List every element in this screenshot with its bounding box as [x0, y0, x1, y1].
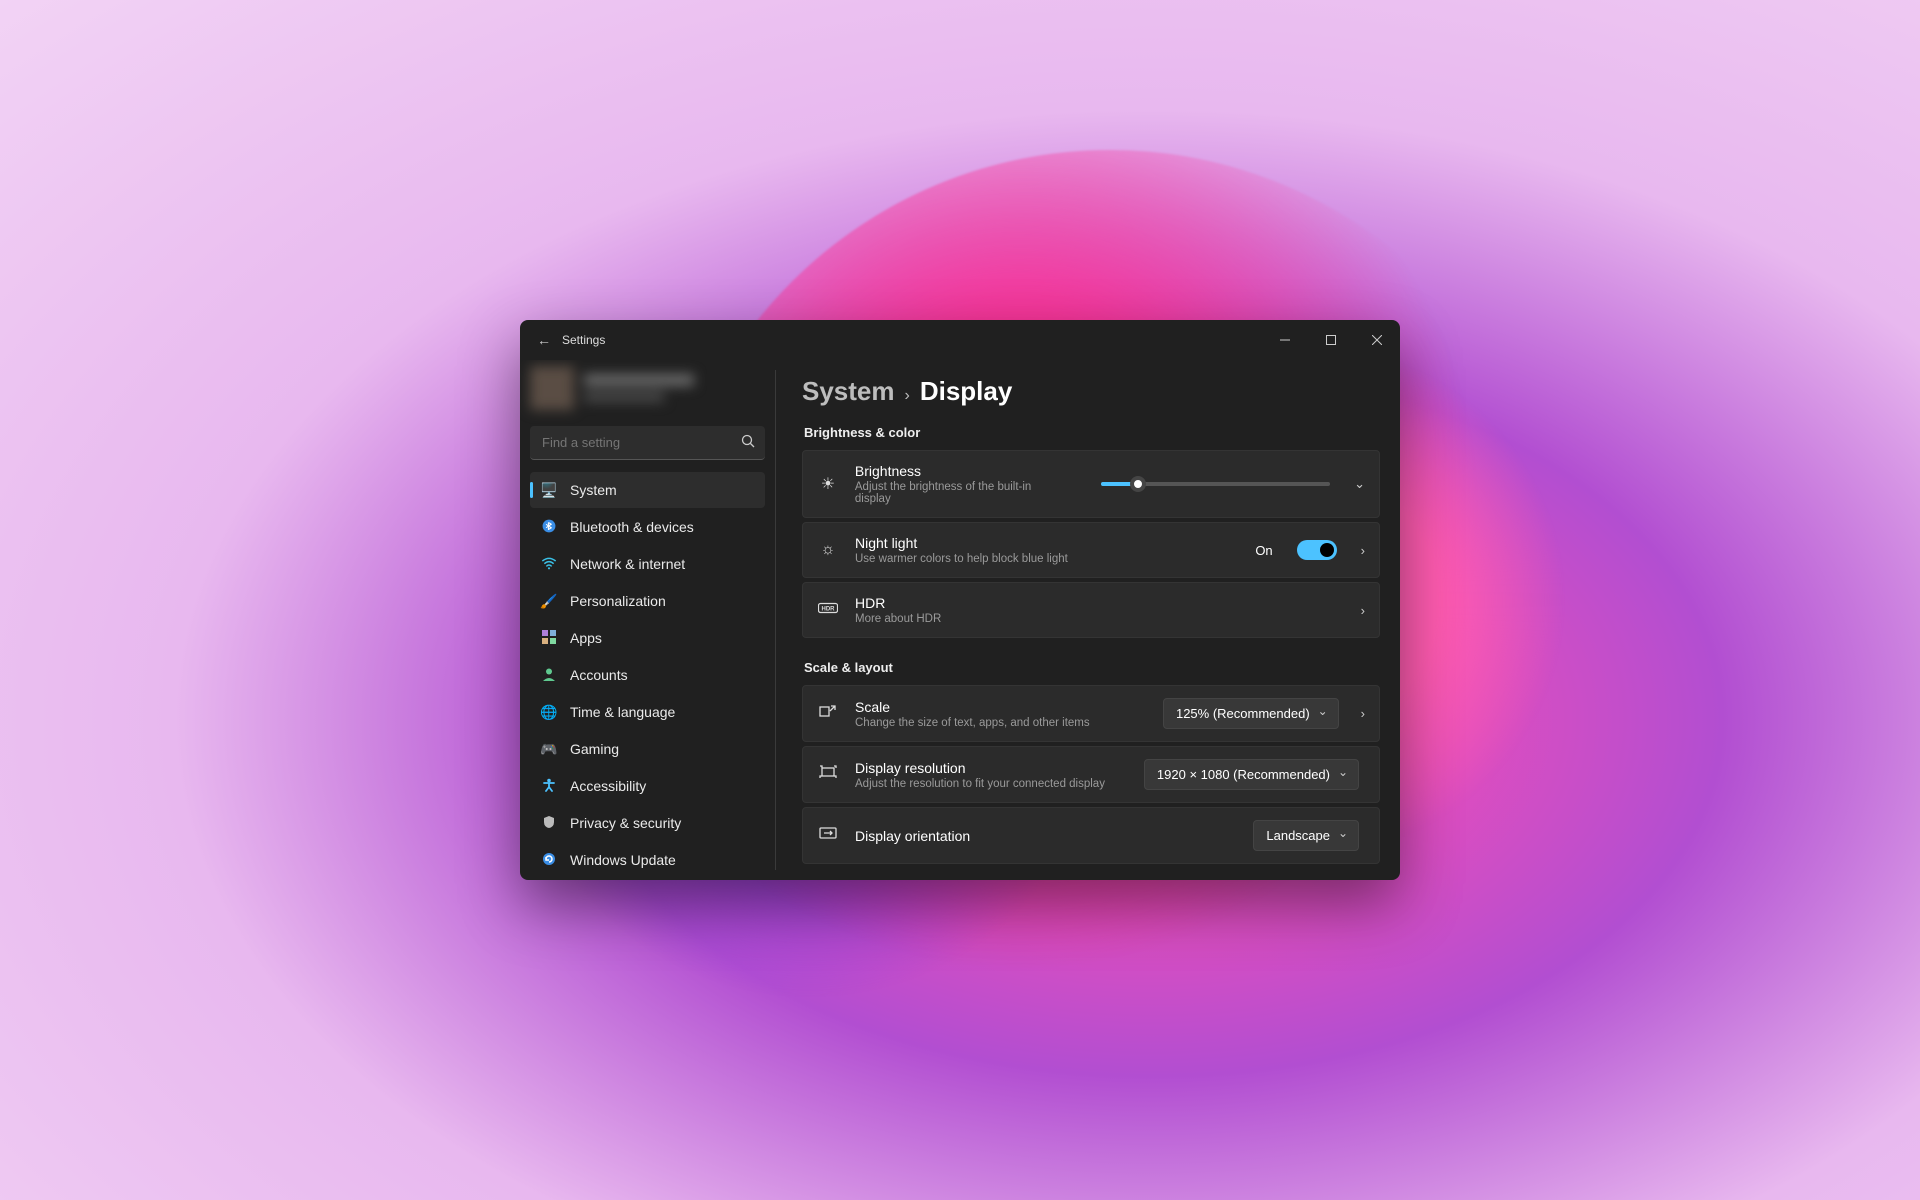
sidebar-item-accessibility[interactable]: Accessibility — [530, 768, 765, 804]
nav-list: 🖥️ System Bluetooth & devices Network & … — [530, 472, 765, 878]
resolution-select[interactable]: 1920 × 1080 (Recommended) — [1144, 759, 1359, 790]
maximize-icon — [1326, 335, 1336, 345]
gamepad-icon: 🎮 — [540, 741, 558, 758]
search-input[interactable] — [530, 426, 765, 460]
brightness-row[interactable]: ☀ Brightness Adjust the brightness of th… — [802, 450, 1380, 518]
accessibility-icon — [540, 778, 558, 795]
scale-sub: Change the size of text, apps, and other… — [855, 717, 1090, 729]
brightness-slider[interactable] — [1101, 482, 1330, 486]
search-box[interactable] — [530, 426, 765, 460]
section-scale-layout: Scale & layout — [804, 660, 1380, 675]
night-light-row[interactable]: ☼ Night light Use warmer colors to help … — [802, 522, 1380, 578]
orientation-row[interactable]: Display orientation Landscape — [802, 807, 1380, 864]
scale-select[interactable]: 125% (Recommended) — [1163, 698, 1339, 729]
sidebar-item-label: Accessibility — [570, 778, 646, 794]
resolution-title: Display resolution — [855, 760, 1105, 776]
breadcrumb-parent[interactable]: System — [802, 376, 895, 407]
night-light-toggle[interactable] — [1297, 540, 1337, 560]
sidebar-item-label: Personalization — [570, 593, 666, 609]
chevron-right-icon[interactable]: › — [1361, 603, 1365, 618]
chevron-down-icon[interactable]: ⌄ — [1354, 476, 1365, 492]
bluetooth-icon — [540, 519, 558, 536]
svg-text:HDR: HDR — [822, 606, 836, 612]
sidebar-item-label: Privacy & security — [570, 815, 681, 831]
search-icon — [741, 434, 755, 451]
sidebar-item-label: Windows Update — [570, 852, 676, 868]
sidebar-item-personalization[interactable]: 🖌️ Personalization — [530, 583, 765, 619]
brightness-icon: ☀ — [817, 474, 839, 494]
chevron-right-icon[interactable]: › — [1361, 543, 1365, 558]
hdr-row[interactable]: HDR HDR More about HDR › — [802, 582, 1380, 638]
brightness-sub: Adjust the brightness of the built-in di… — [855, 481, 1069, 505]
sidebar-item-label: Bluetooth & devices — [570, 519, 694, 535]
sidebar-item-label: Gaming — [570, 741, 619, 757]
settings-window: ← Settings — [520, 320, 1400, 880]
sidebar-item-system[interactable]: 🖥️ System — [530, 472, 765, 508]
avatar — [530, 366, 574, 410]
sidebar-item-windows-update[interactable]: Windows Update — [530, 842, 765, 878]
wifi-icon — [540, 556, 558, 573]
resolution-icon — [817, 765, 839, 784]
window-title: Settings — [562, 333, 605, 347]
globe-clock-icon: 🌐 — [540, 704, 558, 721]
resolution-row[interactable]: Display resolution Adjust the resolution… — [802, 746, 1380, 803]
sidebar-item-bluetooth[interactable]: Bluetooth & devices — [530, 509, 765, 545]
update-icon — [540, 852, 558, 869]
apps-icon — [540, 630, 558, 647]
shield-icon — [540, 815, 558, 832]
night-light-title: Night light — [855, 535, 1068, 551]
hdr-title: HDR — [855, 595, 941, 611]
minimize-button[interactable] — [1262, 320, 1308, 360]
night-light-sub: Use warmer colors to help block blue lig… — [855, 553, 1068, 565]
sidebar-item-privacy[interactable]: Privacy & security — [530, 805, 765, 841]
sidebar-item-label: System — [570, 482, 617, 498]
system-icon: 🖥️ — [540, 482, 558, 499]
sidebar-item-label: Time & language — [570, 704, 675, 720]
paintbrush-icon: 🖌️ — [540, 593, 558, 610]
sidebar-item-network[interactable]: Network & internet — [530, 546, 765, 582]
maximize-button[interactable] — [1308, 320, 1354, 360]
hdr-icon: HDR — [817, 601, 839, 620]
sidebar-item-label: Accounts — [570, 667, 628, 683]
main-content: System › Display Brightness & color ☀ Br… — [776, 360, 1400, 880]
chevron-right-icon[interactable]: › — [1361, 706, 1365, 721]
close-button[interactable] — [1354, 320, 1400, 360]
brightness-title: Brightness — [855, 463, 1069, 479]
sidebar-item-apps[interactable]: Apps — [530, 620, 765, 656]
section-brightness-color: Brightness & color — [804, 425, 1380, 440]
resolution-sub: Adjust the resolution to fit your connec… — [855, 778, 1105, 790]
back-button[interactable]: ← — [530, 332, 558, 348]
hdr-sub: More about HDR — [855, 613, 941, 625]
titlebar: ← Settings — [520, 320, 1400, 360]
close-icon — [1372, 335, 1382, 345]
scale-title: Scale — [855, 699, 1090, 715]
night-light-state: On — [1255, 543, 1272, 558]
user-profile[interactable] — [530, 360, 765, 416]
minimize-icon — [1280, 335, 1290, 345]
night-light-icon: ☼ — [817, 541, 839, 559]
page-title: Display — [920, 376, 1013, 407]
scale-row[interactable]: Scale Change the size of text, apps, and… — [802, 685, 1380, 742]
orientation-title: Display orientation — [855, 828, 970, 844]
sidebar-item-accounts[interactable]: Accounts — [530, 657, 765, 693]
person-icon — [540, 667, 558, 684]
sidebar-item-gaming[interactable]: 🎮 Gaming — [530, 731, 765, 767]
orientation-select[interactable]: Landscape — [1253, 820, 1359, 851]
chevron-right-icon: › — [905, 387, 910, 405]
sidebar-item-label: Network & internet — [570, 556, 685, 572]
orientation-icon — [817, 826, 839, 845]
scale-icon — [817, 702, 839, 725]
sidebar-item-label: Apps — [570, 630, 602, 646]
sidebar: 🖥️ System Bluetooth & devices Network & … — [520, 360, 775, 880]
breadcrumb: System › Display — [802, 376, 1380, 407]
sidebar-item-time-language[interactable]: 🌐 Time & language — [530, 694, 765, 730]
